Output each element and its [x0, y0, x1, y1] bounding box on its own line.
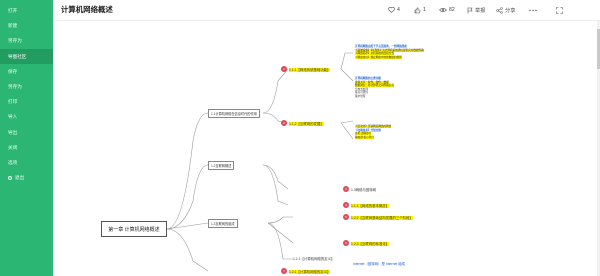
text-line-9: 提高可靠性 [355, 91, 368, 95]
node-5[interactable]: 1.2.2【互联网基础结构发展的三个阶段】 [351, 215, 413, 220]
sidebar-item-import[interactable]: 导入 [0, 109, 53, 124]
branch-3[interactable]: 1.3互联网的组成 [208, 219, 238, 228]
node-6[interactable]: 1.2.3【互联网的标准化】 [351, 241, 390, 246]
text-line-11: 【层次化】互联网是网络的网络 [355, 125, 392, 128]
node-5-label: 1.2.2【互联网基础结构发展的三个阶段】 [351, 216, 413, 220]
node-badge-4: 4 [343, 202, 349, 208]
thumbs-up-icon [414, 6, 421, 13]
eye-icon [439, 7, 447, 13]
sidebar-item-save[interactable]: 保存 [0, 64, 53, 79]
node-badge-3: 3 [343, 186, 349, 192]
sidebar-item-export[interactable]: 导出 [0, 125, 53, 140]
share-button[interactable]: 分享 [496, 4, 515, 16]
internet-note: Internet（因特网）是 Internet 组成 [353, 262, 406, 266]
text-line-1: 计算机网络由若干节点连接的，一些网络组成 [355, 45, 407, 48]
flag-icon [467, 7, 473, 13]
sidebar: 打开 新建 另存为 导图社区 保存 另存为 打印 导入 导出 关闭 选项 退出 [0, 0, 53, 276]
fullscreen-icon [556, 6, 563, 14]
thumbs-up-count: 1 [423, 7, 426, 13]
node-badge-2: 2 [281, 120, 287, 126]
node-7[interactable]: 1.2.1【计算机网络的定义】 [289, 269, 331, 274]
sidebar-item-print[interactable]: 打印 [0, 94, 53, 109]
more-icon [529, 9, 537, 11]
sub-node-definition[interactable]: 1.1.1【计算机网络的定义】 [293, 256, 334, 261]
branch-1[interactable]: 1.1计算机网络在信息时代的作用 [208, 109, 260, 118]
share-icon [496, 6, 503, 14]
more-button[interactable] [529, 4, 539, 16]
node-2-label: 1.1.2【互联网的发展】 [289, 122, 324, 126]
heart-icon [388, 7, 395, 13]
exit-icon [8, 175, 12, 180]
branch-2[interactable]: 1.2互联网概述 [208, 161, 235, 170]
node-badge-6: 6 [343, 240, 349, 246]
page-title: 计算机网络概述 [61, 5, 113, 14]
detail-block-3: 【层次化】互联网是网络的网络 【交换技术】分组交换 主机 边缘部分 路由器 核心… [355, 125, 392, 139]
text-line-5: 计算机网络的主要功能 [355, 77, 381, 80]
report-button[interactable]: 举报 [467, 4, 485, 16]
sidebar-item-save-as-2[interactable]: 另存为 [0, 79, 53, 94]
node-3[interactable]: 1.3网络与因特网 [351, 187, 376, 192]
sidebar-item-close[interactable]: 关闭 [0, 140, 53, 155]
view-count: 82 [449, 7, 455, 13]
node-4[interactable]: 1.1.1【网络的基本概念】 [351, 203, 390, 208]
fullscreen-button[interactable] [556, 4, 565, 16]
node-1[interactable]: 1.1.1【网络系统基础功能】 [289, 67, 331, 72]
like-button[interactable]: 4 [388, 4, 400, 16]
like-count: 4 [397, 7, 400, 13]
sidebar-item-community[interactable]: 导图社区 [0, 48, 53, 64]
node-badge-5: 5 [343, 214, 349, 220]
text-line-10: 集中管理 [355, 94, 366, 98]
node-2[interactable]: 1.1.2【互联网的发展】 [289, 121, 324, 126]
text-line-14: 路由器 核心部分 [355, 135, 374, 139]
sidebar-item-save-as[interactable]: 另存为 [0, 33, 53, 48]
sidebar-item-exit[interactable]: 退出 [0, 170, 53, 185]
detail-block-1: 计算机网络由若干节点连接的，一些网络组成 【基础设施】【可靠性】为计算机系统通信… [355, 45, 424, 59]
text-line-4: 【网络协议】规定网络中交换数据的规则 [355, 55, 402, 59]
node-4-label: 1.1.1【网络的基本概念】 [351, 204, 390, 208]
mindmap-canvas[interactable]: 第一章 计算机网络概述 1.1计算机网络在信息时代的作用 1.2互联网概述 1.… [53, 21, 600, 276]
node-1-label: 1.1.1【网络系统基础功能】 [289, 68, 331, 72]
sidebar-item-options[interactable]: 选项 [0, 155, 53, 170]
thumbs-up-button[interactable]: 1 [414, 4, 426, 16]
sidebar-item-exit-label: 退出 [15, 175, 25, 181]
text-line-7: 数据通信：各计算机之间传输信息 [355, 84, 394, 88]
view-count-indicator: 82 [439, 4, 455, 16]
text-line-3: 【网络拓扑】主机系统的连接方式 [355, 52, 394, 56]
sidebar-item-open[interactable]: 打开 [0, 3, 53, 18]
mindmap-root[interactable]: 第一章 计算机网络概述 [101, 221, 167, 237]
report-label: 举报 [475, 7, 486, 14]
top-bar: 计算机网络概述 4 1 82 举报 分享 [53, 0, 600, 21]
sidebar-item-new[interactable]: 新建 [0, 18, 53, 33]
node-badge-1: 1 [281, 66, 287, 72]
text-line-13: 主机 边缘部分 [355, 132, 372, 136]
detail-block-2: 计算机网络的主要功能 资源共享：软件、硬件、数据 数据通信：各计算机之间传输信息… [355, 77, 394, 99]
node-7-label: 1.2.1【计算机网络的定义】 [289, 270, 331, 274]
node-6-label: 1.2.3【互联网的标准化】 [351, 242, 390, 246]
share-label: 分享 [505, 7, 516, 14]
node-badge-7: 7 [281, 268, 287, 274]
